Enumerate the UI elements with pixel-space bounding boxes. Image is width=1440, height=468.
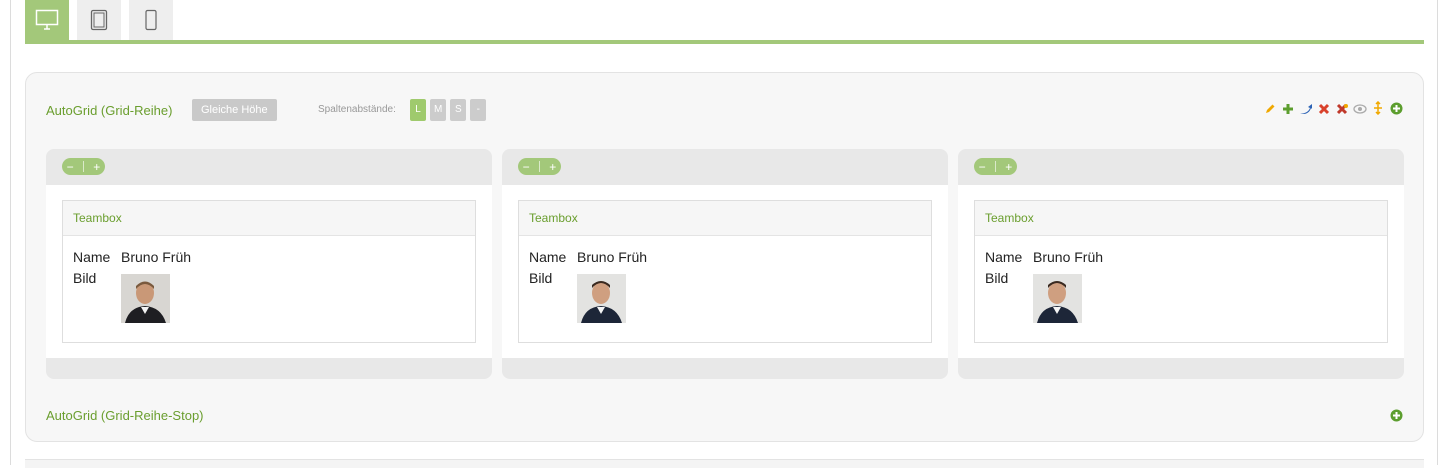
- device-tab-mobile[interactable]: [129, 0, 173, 40]
- mobile-icon: [145, 9, 157, 31]
- device-tab-desktop[interactable]: [25, 0, 69, 40]
- delete-all-icon[interactable]: [1335, 102, 1349, 118]
- person-photo: [1033, 274, 1082, 323]
- pencil-icon[interactable]: [1263, 102, 1277, 118]
- autogrid-row: AutoGrid (Grid-Reihe) Gleiche Höhe Spalt…: [25, 72, 1424, 442]
- autogrid-stop-title[interactable]: AutoGrid (Grid-Reihe-Stop): [46, 408, 204, 423]
- shrink-column-button[interactable]: −: [67, 160, 74, 174]
- bild-label: Bild: [73, 270, 97, 286]
- bild-label: Bild: [529, 270, 553, 286]
- column-size-control: − +: [518, 158, 561, 175]
- column-body: Teambox Name Bruno Früh Bild: [502, 185, 948, 358]
- teambox-title[interactable]: Teambox: [63, 201, 475, 236]
- tablet-icon: [90, 9, 108, 31]
- name-value: Bruno Früh: [121, 249, 192, 265]
- add-icon[interactable]: [1281, 102, 1295, 118]
- column-header: − +: [958, 149, 1404, 185]
- grid-column: − + Teambox Name Bruno Früh Bild: [502, 149, 948, 379]
- column-gap-options: L M S -: [410, 99, 487, 121]
- expand-column-button[interactable]: +: [549, 160, 556, 174]
- column-body: Teambox Name Bruno Früh Bild: [46, 185, 492, 358]
- grid-column: − + Teambox Name Bruno Früh Bild: [958, 149, 1404, 379]
- person-photo: [121, 274, 170, 323]
- teambox[interactable]: Teambox Name Bruno Früh Bild: [518, 200, 932, 343]
- grid-column: − + Teambox Name Bruno Früh Bild: [46, 149, 492, 379]
- autogrid-title[interactable]: AutoGrid (Grid-Reihe): [46, 103, 172, 118]
- gap-option-l[interactable]: L: [410, 99, 426, 121]
- delete-icon[interactable]: [1317, 102, 1331, 118]
- name-label: Name: [73, 249, 111, 265]
- equal-height-button[interactable]: Gleiche Höhe: [192, 99, 277, 121]
- device-tab-tablet[interactable]: [77, 0, 121, 40]
- move-icon[interactable]: [1371, 100, 1385, 118]
- expand-column-button[interactable]: +: [93, 160, 100, 174]
- person-photo: [577, 274, 626, 323]
- column-size-control: − +: [974, 158, 1017, 175]
- bild-label: Bild: [985, 270, 1009, 286]
- desktop-icon: [35, 9, 59, 30]
- device-tabs: [25, 0, 173, 40]
- name-value: Bruno Früh: [577, 249, 648, 265]
- name-value: Bruno Früh: [1033, 249, 1104, 265]
- column-gap-label: Spaltenabstände:: [318, 104, 396, 115]
- device-tabs-underline: [25, 40, 1424, 44]
- add-circle-icon[interactable]: [1390, 409, 1403, 427]
- add-circle-icon[interactable]: [1389, 102, 1403, 118]
- teambox-title[interactable]: Teambox: [975, 201, 1387, 236]
- teambox-title[interactable]: Teambox: [519, 201, 931, 236]
- gap-option-s[interactable]: S: [450, 99, 467, 121]
- column-header: − +: [46, 149, 492, 185]
- teambox[interactable]: Teambox Name Bruno Früh Bild: [62, 200, 476, 343]
- pill-divider: [82, 161, 84, 172]
- expand-column-button[interactable]: +: [1005, 160, 1012, 174]
- name-label: Name: [529, 249, 567, 265]
- pill-divider: [538, 161, 540, 172]
- arrow-icon[interactable]: [1299, 102, 1313, 118]
- column-header: − +: [502, 149, 948, 185]
- name-label: Name: [985, 249, 1023, 265]
- next-element-strip: [25, 459, 1424, 468]
- shrink-column-button[interactable]: −: [979, 160, 986, 174]
- gap-option-m[interactable]: M: [430, 99, 447, 121]
- shrink-column-button[interactable]: −: [523, 160, 530, 174]
- grid-columns: − + Teambox Name Bruno Früh Bild − + Tea…: [46, 149, 1404, 379]
- gap-option-none[interactable]: -: [470, 99, 487, 121]
- column-size-control: − +: [62, 158, 105, 175]
- column-body: Teambox Name Bruno Früh Bild: [958, 185, 1404, 358]
- element-toolbar: [1263, 100, 1403, 118]
- pill-divider: [994, 161, 996, 172]
- eye-icon[interactable]: [1353, 102, 1367, 118]
- teambox[interactable]: Teambox Name Bruno Früh Bild: [974, 200, 1388, 343]
